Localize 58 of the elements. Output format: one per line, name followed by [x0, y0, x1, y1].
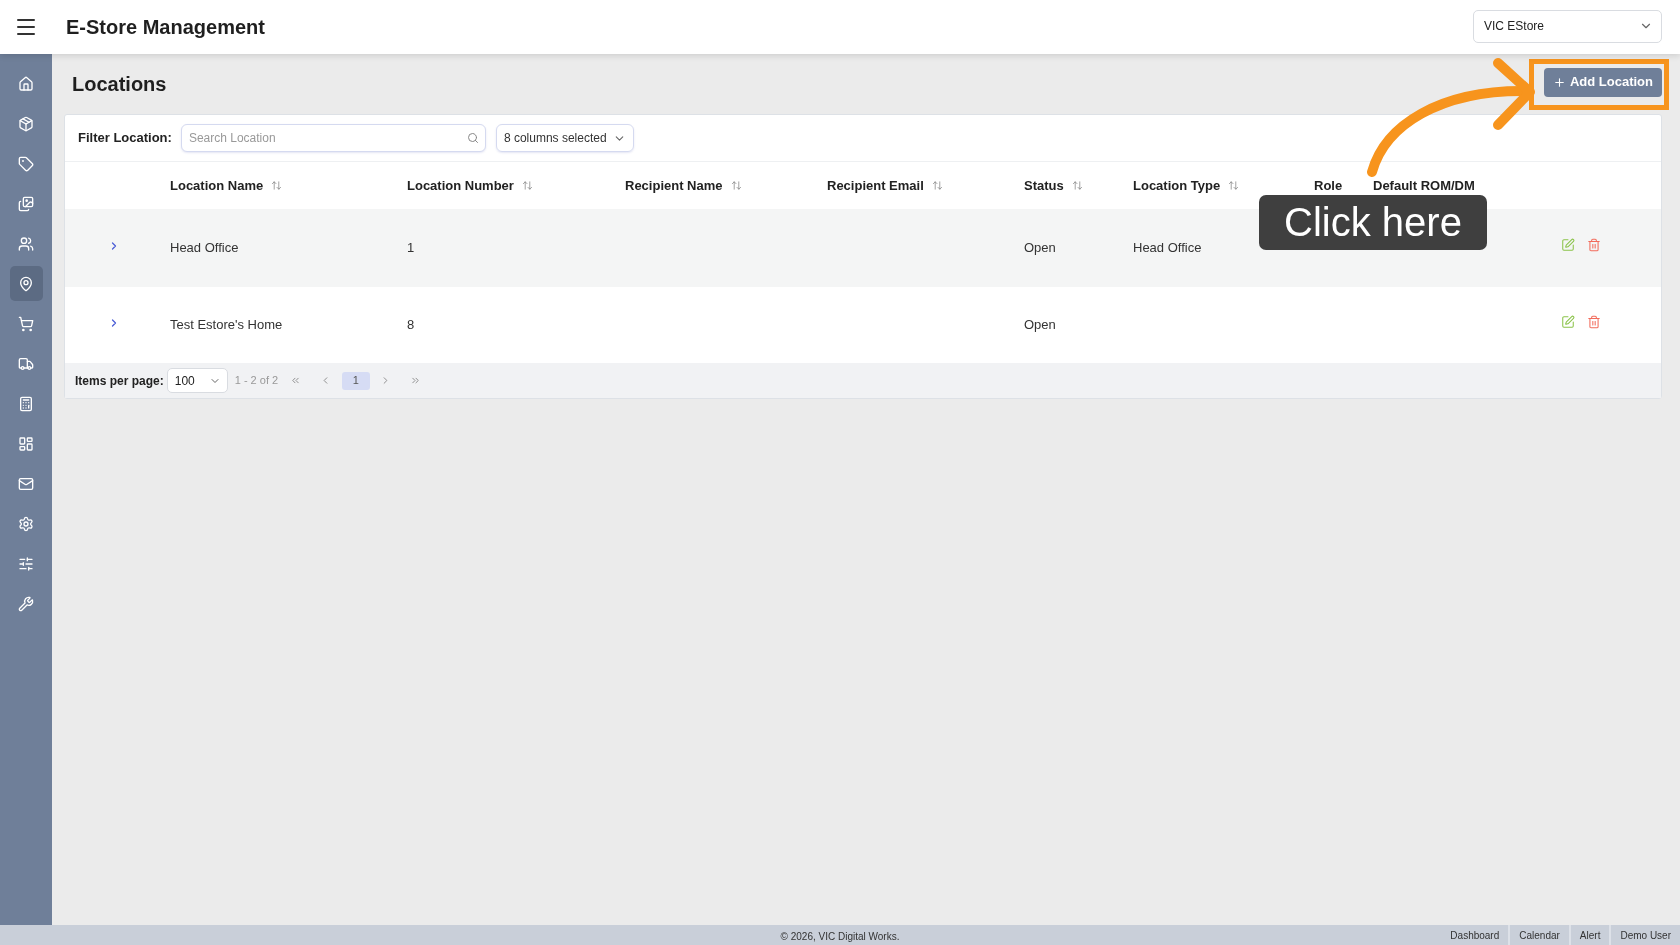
table-cell-text: Head Office — [1133, 239, 1202, 258]
sort-icon — [730, 180, 742, 191]
column-header[interactable]: Status — [1024, 175, 1083, 196]
items-per-page-label: Items per page: — [75, 372, 164, 390]
column-header[interactable]: Recipient Name — [625, 175, 742, 196]
page-range: 1 - 2 of 2 — [234, 373, 280, 389]
table-cell-text: 1 — [407, 239, 415, 258]
sort-icon — [1071, 180, 1083, 191]
table-cell-text: Head Office — [170, 239, 239, 258]
column-header[interactable]: Location Name — [170, 175, 283, 196]
columns-select[interactable]: 8 columns selected — [495, 124, 634, 152]
images-icon — [18, 195, 34, 212]
grid-icon — [18, 435, 34, 452]
wrench-icon — [18, 595, 34, 612]
settings-icon — [18, 515, 34, 532]
store-select[interactable]: VIC EStore — [1473, 9, 1662, 43]
column-header[interactable]: Location Type — [1133, 175, 1240, 196]
sidebar-item[interactable] — [9, 266, 43, 301]
column-header[interactable]: Location Number — [407, 175, 533, 196]
map-pin-icon — [18, 275, 34, 292]
footer-link[interactable]: Demo User — [1609, 925, 1680, 945]
trash-icon[interactable] — [1587, 238, 1601, 252]
calculator-icon — [18, 395, 34, 412]
plus-icon — [1552, 75, 1566, 89]
truck-icon — [18, 355, 34, 372]
table-cell-text: Test Estore's Home — [170, 316, 283, 335]
sliders-icon — [18, 555, 34, 572]
sort-icon — [931, 180, 943, 191]
add-location-button[interactable]: Add Location — [1543, 67, 1662, 97]
home-icon — [18, 75, 34, 92]
cart-icon — [18, 315, 34, 332]
footer-link[interactable]: Calendar — [1508, 925, 1569, 945]
table-cell-text: 8 — [407, 316, 415, 335]
box-icon — [18, 115, 34, 132]
app-title: E-Store Management — [66, 15, 265, 40]
page-number[interactable]: 1 — [341, 371, 370, 390]
filter-label: Filter Location: — [78, 129, 172, 148]
page-title: Locations — [71, 72, 167, 97]
users-icon — [18, 235, 34, 252]
page-size-select[interactable]: 100 — [166, 368, 228, 393]
tag-icon — [18, 155, 34, 172]
footer-link[interactable]: Dashboard — [1441, 925, 1509, 945]
column-header: Default ROM/DM — [1373, 176, 1475, 195]
callout-label: Click here — [1259, 195, 1487, 250]
trash-icon[interactable] — [1587, 315, 1601, 329]
sort-icon — [521, 180, 533, 191]
mail-icon — [18, 475, 34, 492]
table-cell-text: Open — [1024, 239, 1056, 258]
copyright-text: © 2026, VIC Digital Works. — [780, 929, 900, 944]
sort-icon — [271, 180, 283, 191]
search-icon — [466, 132, 479, 144]
column-header[interactable]: Recipient Email — [827, 175, 943, 196]
column-header: Role — [1314, 176, 1343, 195]
search-field[interactable]: Search Location — [180, 124, 486, 152]
edit-icon[interactable] — [1561, 315, 1575, 329]
sort-icon — [1228, 180, 1240, 191]
footer-link[interactable]: Alert — [1568, 925, 1610, 945]
table-cell-text: Open — [1024, 316, 1056, 335]
